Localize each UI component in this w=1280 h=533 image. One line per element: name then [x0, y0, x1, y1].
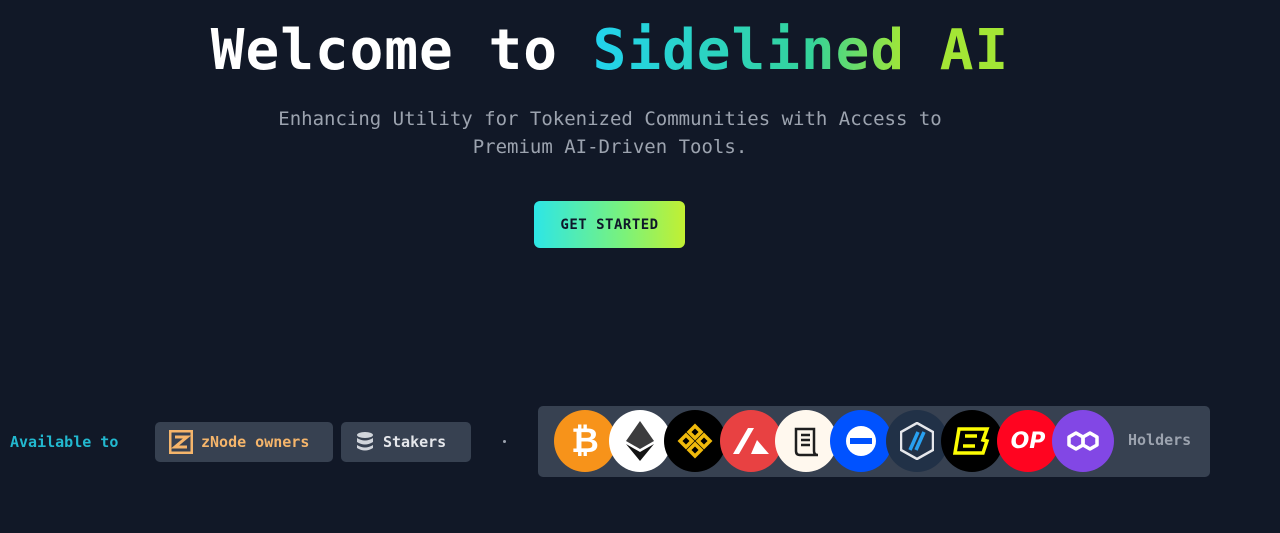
polygon-logo: [1067, 431, 1099, 451]
available-to-label: Available to: [10, 433, 119, 451]
optimism-icon: OP: [997, 410, 1059, 472]
znode-icon: [169, 430, 193, 454]
hero-subtitle: Enhancing Utility for Tokenized Communit…: [278, 108, 942, 158]
separator-dot: [503, 440, 506, 443]
blast-icon: [941, 410, 1003, 472]
ethereum-icon: [609, 410, 671, 472]
arbitrum-icon: [886, 410, 948, 472]
polygon-icon: [1052, 410, 1114, 472]
scroll-logo: [794, 427, 819, 457]
znode-owners-label: zNode owners: [201, 433, 310, 451]
znode-owners-chip[interactable]: zNode owners: [155, 422, 333, 462]
token-holders-panel: ₿ OP Holders: [538, 406, 1210, 477]
ethereum-logo: [626, 421, 654, 461]
get-started-button[interactable]: GET STARTED: [534, 201, 685, 248]
blast-logo: [953, 427, 990, 455]
avalanche-icon: [720, 410, 782, 472]
arbitrum-logo: [900, 422, 934, 460]
scroll-icon: [775, 410, 837, 472]
stakers-label: Stakers: [383, 433, 447, 451]
bnb-logo: [677, 423, 713, 459]
base-logo: [846, 426, 876, 456]
optimism-glyph: OP: [1010, 428, 1046, 454]
title-ai: AI: [939, 18, 1010, 83]
stakers-chip[interactable]: Stakers: [341, 422, 471, 462]
page-title: Welcome to Sidelined AI: [0, 18, 1220, 83]
title-brand: Sidelined: [592, 18, 906, 83]
bitcoin-icon: ₿: [554, 410, 616, 472]
bitcoin-glyph: ₿: [571, 421, 599, 461]
bnb-icon: [664, 410, 726, 472]
title-prefix: Welcome to: [210, 18, 593, 83]
avalanche-logo: [733, 428, 769, 454]
database-icon: [357, 432, 373, 451]
base-icon: [830, 410, 892, 472]
landing-page: Welcome to Sidelined AI Enhancing Utilit…: [0, 0, 1280, 533]
holders-label: Holders: [1128, 431, 1192, 449]
